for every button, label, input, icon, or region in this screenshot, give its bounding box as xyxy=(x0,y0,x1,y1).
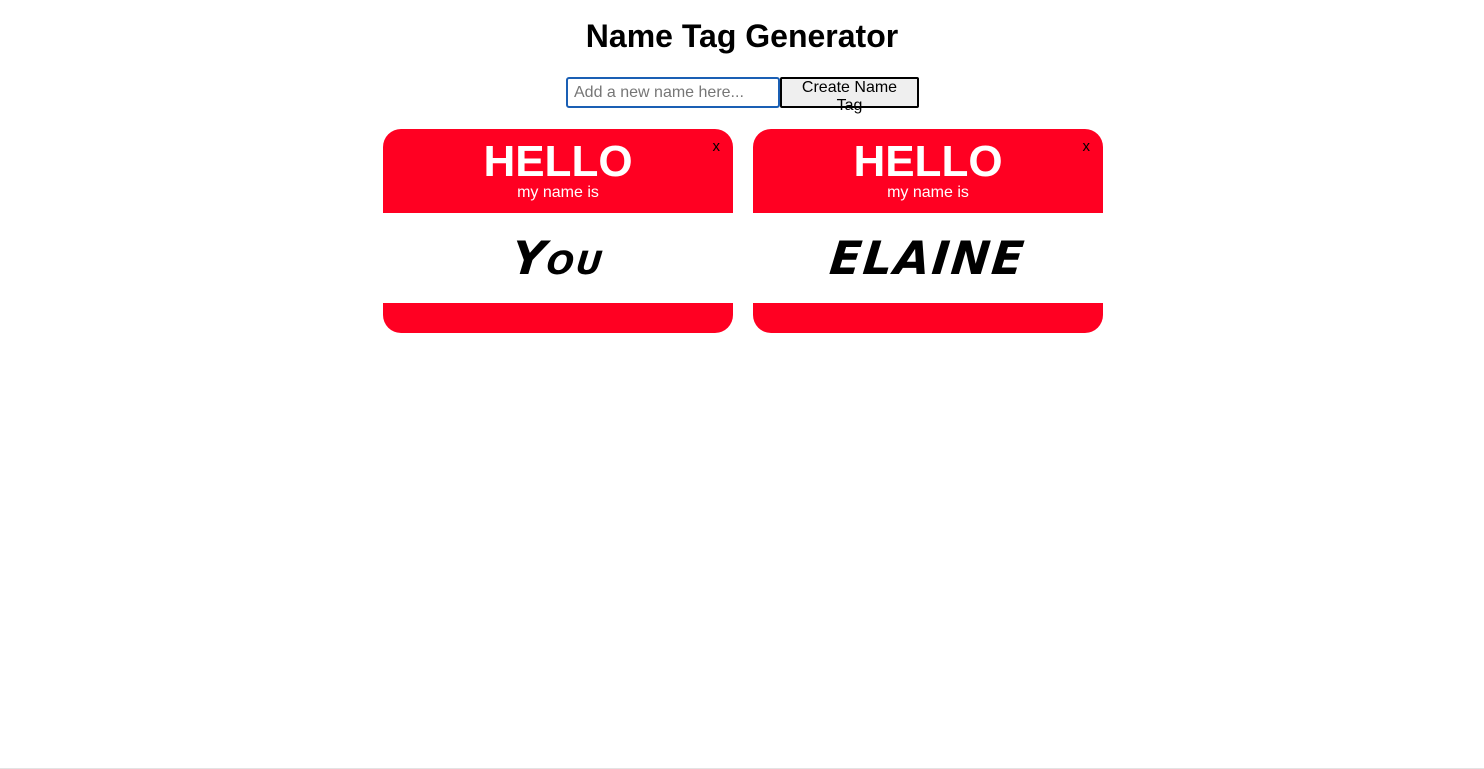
page-title: Name Tag Generator xyxy=(585,18,899,54)
tag-name-area: ELAINE xyxy=(753,213,1103,303)
tag-subtitle: my name is xyxy=(517,184,599,201)
tag-hello-text: HELLO xyxy=(483,137,633,186)
tag-name-area: You xyxy=(383,213,733,303)
tag-hello-text: HELLO xyxy=(853,137,1003,186)
create-name-tag-button[interactable]: Create Name Tag xyxy=(780,77,919,114)
name-tag: HELLO my name is x ELAINE xyxy=(753,129,1103,333)
tag-subtitle: my name is xyxy=(887,184,969,201)
name-form: Create Name Tag xyxy=(566,77,919,114)
remove-tag-button[interactable]: x xyxy=(1083,139,1091,155)
tag-name: You xyxy=(508,231,608,285)
name-tag: HELLO my name is x You xyxy=(383,129,733,333)
page: Name Tag Generator Create Name Tag HELLO… xyxy=(0,0,1484,769)
tag-name: ELAINE xyxy=(827,231,1029,285)
name-input[interactable] xyxy=(566,77,780,108)
name-tag-list: HELLO my name is x You HELLO my name is … xyxy=(383,129,1103,333)
remove-tag-button[interactable]: x xyxy=(713,139,721,155)
